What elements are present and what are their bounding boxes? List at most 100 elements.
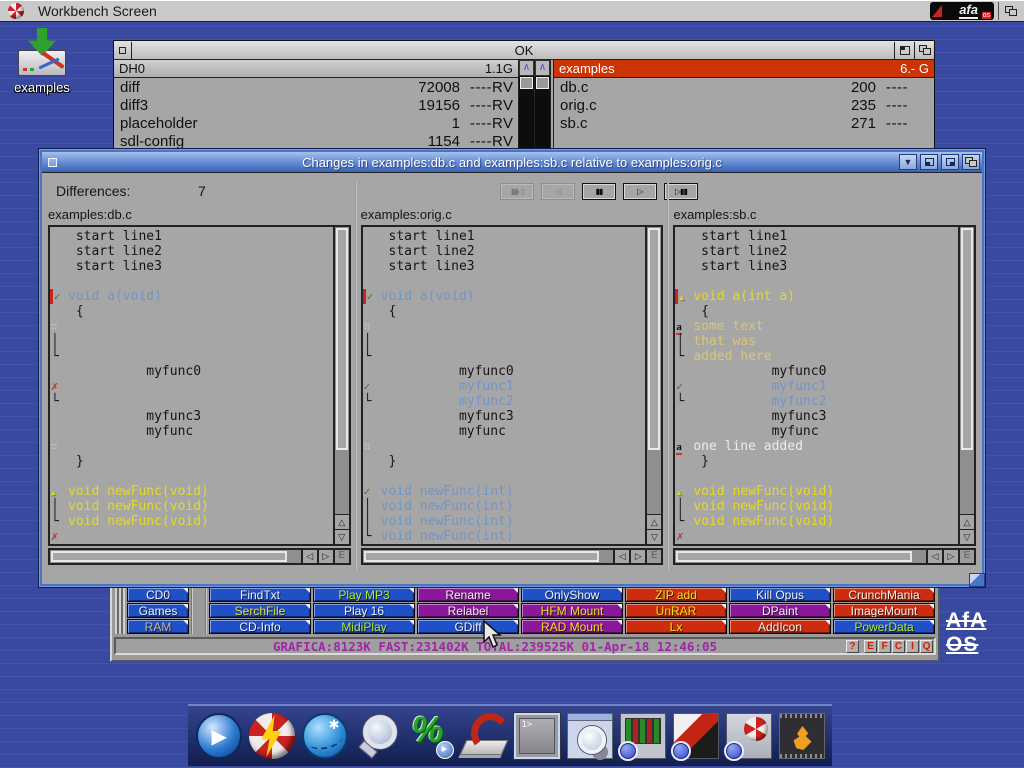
diff-nav-button-2[interactable]: ▮▮ bbox=[582, 183, 616, 200]
toolbar-button-powerdata[interactable]: PowerData bbox=[833, 619, 935, 634]
flag-tool-icon[interactable] bbox=[673, 713, 719, 759]
scroll-left-icon[interactable]: ◁ bbox=[928, 548, 944, 565]
shell-icon[interactable] bbox=[514, 713, 560, 759]
diff-nav-button-1[interactable]: ◁ bbox=[541, 183, 575, 200]
scroll-corner-button[interactable]: E bbox=[960, 548, 976, 565]
zoom-gadget[interactable] bbox=[894, 42, 914, 59]
code-line: ✗ bbox=[675, 529, 958, 544]
file-row[interactable]: db.c200---- bbox=[554, 79, 934, 97]
toolbar-button-hfm-mount[interactable]: HFM Mount bbox=[521, 603, 623, 618]
file-row[interactable]: diff72008----RV bbox=[114, 79, 518, 97]
vertical-scrollbar[interactable]: △▽ bbox=[959, 225, 976, 546]
media-play-icon[interactable] bbox=[196, 713, 242, 759]
diff-nav-button-0[interactable]: ▮▮◁ bbox=[500, 183, 534, 200]
toolbar-button-cd0[interactable]: CD0 bbox=[127, 587, 189, 602]
screen-titlebar[interactable]: Workbench Screen afa os bbox=[0, 0, 1024, 22]
notes-icon[interactable] bbox=[461, 713, 507, 759]
horizontal-scrollbar[interactable] bbox=[361, 548, 616, 565]
toolbar-button-play-mp3[interactable]: Play MP3 bbox=[313, 587, 415, 602]
toolbar-button-imagemount[interactable]: ImageMount bbox=[833, 603, 935, 618]
toolbar-button-onlyshow[interactable]: OnlyShow bbox=[521, 587, 623, 602]
desktop-icon-examples[interactable]: examples bbox=[6, 28, 78, 95]
toolbar-button-ram[interactable]: RAM bbox=[127, 619, 189, 634]
ok-window-titlebar[interactable]: OK bbox=[114, 41, 934, 60]
boing-lightning-icon[interactable] bbox=[249, 713, 295, 759]
toolbar-button-relabel[interactable]: Relabel bbox=[417, 603, 519, 618]
toolbar-button-cd-info[interactable]: CD-Info bbox=[209, 619, 311, 634]
toolbar-button-addicon[interactable]: AddIcon bbox=[729, 619, 831, 634]
file-row[interactable]: placeholder1----RV bbox=[114, 115, 518, 133]
toolbar-button-lx[interactable]: Lx bbox=[625, 619, 727, 634]
globe-icon[interactable] bbox=[302, 713, 348, 759]
scroll-left-icon[interactable]: ◁ bbox=[615, 548, 631, 565]
status-button-i[interactable]: I bbox=[906, 640, 919, 653]
shrink-gadget[interactable] bbox=[941, 154, 959, 170]
toolbar-button-crunchmania[interactable]: CrunchMania bbox=[833, 587, 935, 602]
scroll-corner-button[interactable]: E bbox=[647, 548, 663, 565]
panel-header-dh0[interactable]: DH0 1.1G bbox=[114, 60, 518, 78]
scroll-left-icon[interactable]: ◁ bbox=[303, 548, 319, 565]
scroll-down-icon[interactable]: ▽ bbox=[647, 529, 661, 544]
vertical-scrollbar[interactable]: △▽ bbox=[334, 225, 351, 546]
depth-gadget[interactable] bbox=[962, 154, 980, 170]
scroll-right-icon[interactable]: ▷ bbox=[631, 548, 647, 565]
horizontal-scrollbar[interactable] bbox=[48, 548, 303, 565]
panel-header-examples[interactable]: examples 6.- G bbox=[554, 60, 934, 78]
scroll-down-icon[interactable]: ▽ bbox=[960, 529, 974, 544]
resize-gadget[interactable] bbox=[969, 573, 985, 587]
multiview-icon[interactable] bbox=[408, 713, 454, 759]
scroll-right-icon[interactable]: ▷ bbox=[944, 548, 960, 565]
status-button-e[interactable]: E bbox=[864, 640, 877, 653]
toolbar-button-midiplay[interactable]: MidiPlay bbox=[313, 619, 415, 634]
boing-window-icon[interactable] bbox=[726, 713, 772, 759]
toolbar-button-unrar[interactable]: UnRAR bbox=[625, 603, 727, 618]
vertical-scrollbar[interactable]: △▽ bbox=[646, 225, 663, 546]
screen-depth-gadget[interactable] bbox=[998, 2, 1022, 20]
toolbar-button-dpaint[interactable]: DPaint bbox=[729, 603, 831, 618]
toolbar-button-kill-opus[interactable]: Kill Opus bbox=[729, 587, 831, 602]
code-line: myfunc0 bbox=[50, 364, 333, 379]
toolbar-button-findtxt[interactable]: FindTxt bbox=[209, 587, 311, 602]
depth-gadget[interactable] bbox=[914, 42, 934, 59]
scroll-corner-button[interactable]: E bbox=[335, 548, 351, 565]
elbow-marker-icon: └ bbox=[50, 514, 63, 529]
toolbar-button-serchfile[interactable]: SerchFile bbox=[209, 603, 311, 618]
find-window-icon[interactable] bbox=[567, 713, 613, 759]
scroll-right-icon[interactable]: ▷ bbox=[319, 548, 335, 565]
horizontal-scrollbar[interactable] bbox=[673, 548, 928, 565]
code-line: ✓void a(void) bbox=[50, 289, 333, 304]
toolbar-button-rename[interactable]: Rename bbox=[417, 587, 519, 602]
zoom-gadget[interactable] bbox=[920, 154, 938, 170]
depth-icon bbox=[1005, 6, 1017, 16]
toolbar-separator bbox=[191, 582, 207, 634]
toolbar-drag-handle[interactable] bbox=[115, 582, 125, 634]
scroll-up-icon[interactable]: ∧ bbox=[519, 60, 534, 76]
toolbar-button-rad-mount[interactable]: RAD Mount bbox=[521, 619, 623, 634]
toolbar-button-gdiff[interactable]: GDiff bbox=[417, 619, 519, 634]
status-button-q[interactable]: Q bbox=[920, 640, 933, 653]
code-line: } bbox=[363, 454, 646, 469]
file-row[interactable]: sb.c271---- bbox=[554, 115, 934, 133]
status-button-f[interactable]: F bbox=[878, 640, 891, 653]
scroll-up-icon[interactable]: △ bbox=[335, 514, 349, 529]
file-row[interactable]: orig.c235---- bbox=[554, 97, 934, 115]
status-button-c[interactable]: C bbox=[892, 640, 905, 653]
magnifier-icon[interactable] bbox=[355, 713, 401, 759]
diff-nav-button-3[interactable]: ▷ bbox=[623, 183, 657, 200]
status-button-?[interactable]: ? bbox=[846, 640, 859, 653]
scroll-up-icon[interactable]: △ bbox=[647, 514, 661, 529]
file-flags: ----RV bbox=[460, 79, 518, 97]
scroll-down-icon[interactable]: ▽ bbox=[335, 529, 349, 544]
close-gadget[interactable] bbox=[114, 42, 132, 59]
screen-prefs-icon[interactable] bbox=[620, 713, 666, 759]
diff-window-titlebar[interactable]: Changes in examples:db.c and examples:sb… bbox=[42, 152, 982, 172]
chip-monitor-icon[interactable] bbox=[779, 713, 825, 759]
scroll-up-icon[interactable]: △ bbox=[960, 514, 974, 529]
file-row[interactable]: diff319156----RV bbox=[114, 97, 518, 115]
toolbar-button-zip-add[interactable]: ZIP add bbox=[625, 587, 727, 602]
toolbar-button-games[interactable]: Games bbox=[127, 603, 189, 618]
iconify-gadget[interactable]: ▼ bbox=[899, 154, 917, 170]
close-gadget[interactable] bbox=[42, 152, 62, 172]
toolbar-button-play-16[interactable]: Play 16 bbox=[313, 603, 415, 618]
scroll-up-icon[interactable]: ∧ bbox=[535, 60, 550, 76]
